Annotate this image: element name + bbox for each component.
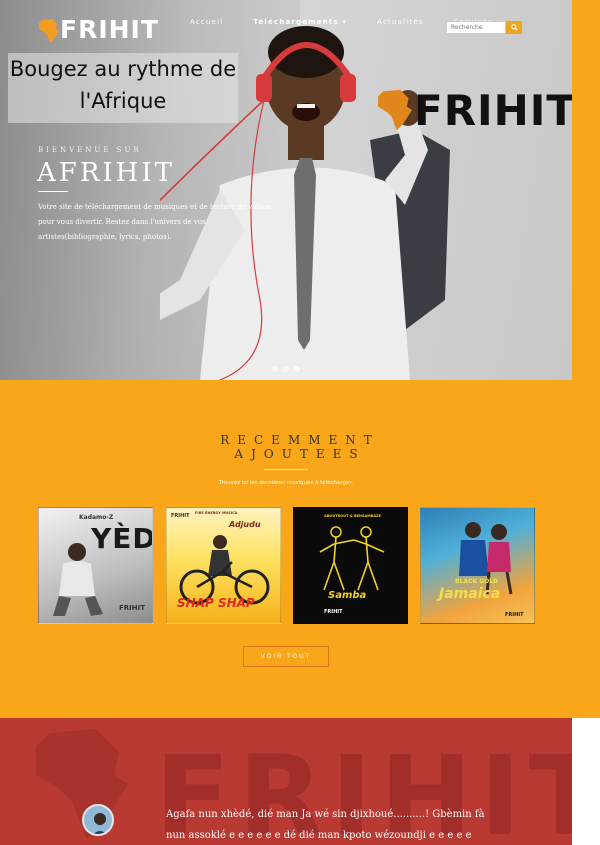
search-input[interactable] — [446, 21, 506, 34]
nav-home[interactable]: Accueil — [190, 18, 223, 26]
slogan-line-1: Bougez au rythme de — [9, 57, 237, 81]
carousel-indicators — [272, 366, 300, 372]
album-artist: Adjudu — [229, 520, 261, 529]
hero-brand-logo: FRIHIT — [376, 84, 572, 144]
album-logo: FRIHIT — [324, 609, 343, 615]
africa-map-icon — [39, 19, 59, 43]
quote-side-strip — [572, 718, 600, 845]
carousel-dot[interactable] — [272, 366, 278, 372]
album-logo: FRIHIT — [171, 513, 190, 519]
album-title: Samba — [328, 590, 367, 601]
album-label: FIRE ENERGY MUSICA — [195, 511, 238, 515]
album-logo: FRIHIT — [119, 604, 146, 612]
avatar[interactable] — [82, 804, 114, 836]
nav-downloads[interactable]: Téléchargements ▾ — [253, 18, 347, 26]
slogan-line-2: l'Afrique — [79, 89, 167, 113]
hero-welcome: BIENVENUE SUR — [38, 146, 142, 154]
quote-section: FRIHIT Agafa nun xhèdé, dié man Ja wé si… — [0, 718, 572, 845]
africa-map-watermark-icon — [35, 728, 129, 840]
album-title: SHAP SHAP — [177, 596, 255, 610]
search-icon — [510, 24, 518, 31]
site-logo[interactable]: FRIHIT — [38, 14, 158, 48]
nav-downloads-label: Téléchargements — [253, 18, 339, 26]
recent-subtitle: Trouvez ici les dernières musiques à tél… — [219, 480, 353, 486]
album-grid: Kadamo-Z YÈDÔ FRIHIT FIRE ENERGY MUSICA … — [38, 507, 538, 625]
hero-description: Votre site de téléchargement de musiques… — [38, 203, 271, 241]
recent-title: RECEMMENT AJOUTEES — [0, 433, 600, 461]
album-card[interactable]: ABOUTROUT & BENSAMBAZE Samba FRIHIT — [293, 507, 408, 624]
see-all-button[interactable]: VOIR TOUT — [243, 646, 329, 667]
africa-map-icon — [378, 89, 412, 131]
recent-title-line-2: AJOUTEES — [234, 447, 366, 461]
caret-down-icon: ▾ — [342, 18, 348, 26]
album-logo: FRIHIT — [505, 612, 524, 618]
album-artist-figure — [53, 543, 103, 616]
hero-section: FRIHIT Accueil Téléchargements ▾ Actuali… — [0, 0, 572, 380]
logo-text: FRIHIT — [60, 15, 159, 44]
search-button[interactable] — [506, 21, 522, 34]
nav-news[interactable]: Actualités — [377, 18, 424, 26]
hero-divider — [38, 191, 68, 192]
carousel-dot[interactable] — [283, 366, 289, 372]
right-accent-strip — [572, 0, 600, 380]
album-card[interactable]: BLACK GOLD Jamaica FRIHIT — [420, 507, 535, 624]
album-artist: BLACK GOLD — [455, 578, 499, 585]
page: FRIHIT Accueil Téléchargements ▾ Actuali… — [0, 0, 600, 845]
album-dancers-figure — [319, 526, 385, 591]
album-card[interactable]: FIRE ENERGY MUSICA Adjudu SHAP SHAP FRIH… — [166, 507, 281, 624]
hero-slogan: Bougez au rythme de l'Afrique — [8, 53, 238, 123]
album-artist: Kadamo-Z — [79, 514, 114, 521]
album-artist: ABOUTROUT & BENSAMBAZE — [324, 514, 381, 518]
recent-title-line-1: RECEMMENT — [220, 433, 380, 447]
carousel-dot-active[interactable] — [294, 366, 300, 372]
recent-divider — [264, 469, 308, 470]
hero-title: AFRIHIT — [37, 158, 175, 188]
album-card[interactable]: Kadamo-Z YÈDÔ FRIHIT — [38, 507, 153, 624]
quote-text: Agafa nun xhèdé, dié man Ja wé sin djixh… — [166, 809, 485, 841]
hero-brand-logo-text: FRIHIT — [414, 86, 572, 135]
search-form — [446, 21, 522, 34]
album-title: Jamaica — [439, 586, 501, 602]
